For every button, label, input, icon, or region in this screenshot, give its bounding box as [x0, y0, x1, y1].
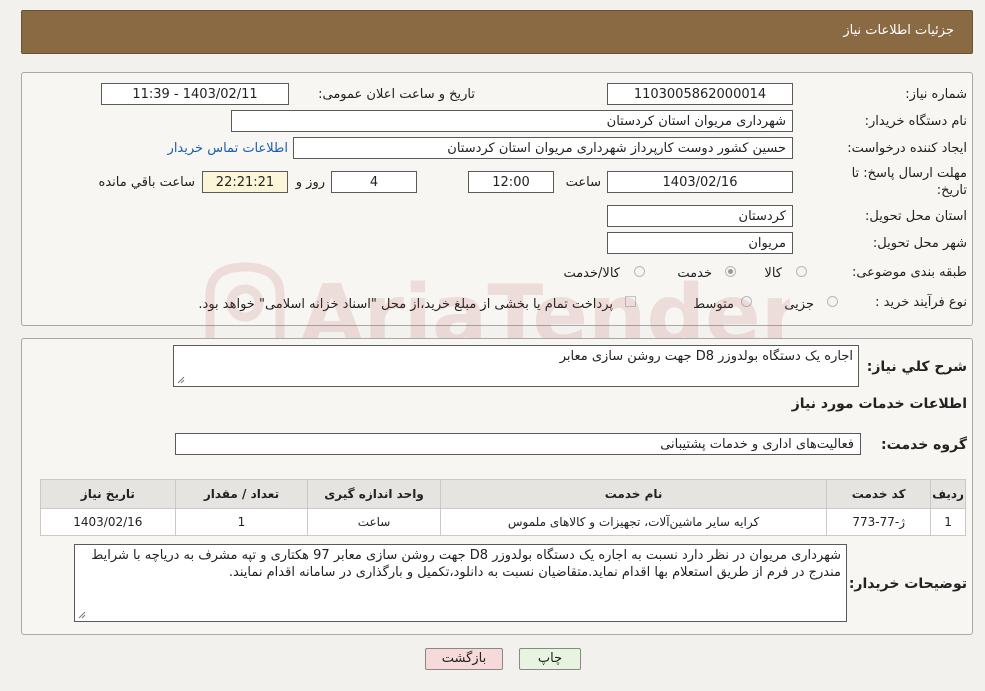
- creator-label: ایجاد کننده درخواست:: [847, 141, 967, 156]
- cell-quantity: 1: [174, 508, 309, 536]
- col-unit: واحد اندازه گیری: [307, 479, 441, 509]
- remaining-days-label: روز و: [295, 175, 325, 190]
- need-number-label: شماره نیاز:: [905, 87, 967, 102]
- cell-service-code: ژ-77-773: [826, 508, 932, 536]
- process-radio-medium[interactable]: [741, 296, 752, 307]
- category-option-goods: کالا: [764, 266, 782, 281]
- delivery-province-field: کردستان: [607, 205, 793, 227]
- col-need-date: تاریخ نیاز: [40, 479, 176, 509]
- treasury-payment-checkbox[interactable]: [625, 296, 636, 307]
- buyer-org-label: نام دستگاه خریدار:: [864, 114, 967, 129]
- category-radio-service[interactable]: [725, 266, 736, 277]
- page-title: جزئیات اطلاعات نیاز: [843, 23, 954, 38]
- services-section-title: اطلاعات خدمات مورد نیاز: [791, 396, 967, 412]
- resize-grip-icon[interactable]: [78, 611, 86, 619]
- buyer-contact-link[interactable]: اطلاعات تماس خریدار: [168, 141, 288, 156]
- cell-service-name: کرایه سایر ماشین‌آلات، تجهیزات و کالاهای…: [439, 508, 828, 536]
- process-option-medium: متوسط: [693, 297, 734, 312]
- process-type-label: نوع فرآیند خرید :: [875, 295, 967, 310]
- process-option-minor: جزیی: [784, 297, 814, 312]
- col-row-number: ردیف: [930, 479, 966, 509]
- treasury-payment-note: پرداخت تمام یا بخشی از مبلغ خرید،از محل …: [198, 297, 613, 312]
- service-group-label: گروه خدمت:: [881, 437, 967, 453]
- category-radio-goods[interactable]: [796, 266, 807, 277]
- announce-datetime-label: تاریخ و ساعت اعلان عمومی:: [318, 87, 475, 102]
- summary-text: اجاره یک دستگاه بولدوزر D8 جهت روشن سازی…: [559, 349, 853, 364]
- category-label: طبقه بندی موضوعی:: [851, 265, 967, 280]
- table-row: 1 ژ-77-773 کرایه سایر ماشین‌آلات، تجهیزا…: [40, 508, 966, 536]
- print-button[interactable]: چاپ: [519, 648, 581, 670]
- process-radio-minor[interactable]: [827, 296, 838, 307]
- col-service-name: نام خدمت: [439, 479, 828, 509]
- remaining-time-field: 22:21:21: [202, 171, 288, 193]
- deadline-time-field: 12:00: [468, 171, 554, 193]
- cell-row-number: 1: [930, 508, 966, 536]
- col-quantity: تعداد / مقدار: [174, 479, 309, 509]
- announce-datetime-field: 1403/02/11 - 11:39: [101, 83, 289, 105]
- buyer-notes-label: توضیحات خریدار:: [848, 576, 967, 592]
- summary-textarea[interactable]: اجاره یک دستگاه بولدوزر D8 جهت روشن سازی…: [173, 345, 859, 387]
- category-option-service: خدمت: [677, 266, 712, 281]
- creator-field: حسین کشور دوست کارپرداز شهرداری مریوان ا…: [293, 137, 793, 159]
- summary-label: شرح کلي نياز:: [866, 359, 967, 375]
- delivery-city-label: شهر محل تحویل:: [872, 236, 967, 251]
- buyer-notes-text: شهرداری مریوان در نظر دارد نسبت به اجاره…: [91, 548, 841, 580]
- cell-need-date: 1403/02/16: [40, 508, 176, 536]
- buyer-notes-textarea[interactable]: شهرداری مریوان در نظر دارد نسبت به اجاره…: [74, 544, 847, 622]
- category-option-goods-service: کالا/خدمت: [563, 266, 620, 281]
- deadline-label-date: تاریخ:: [936, 183, 967, 198]
- resize-grip-icon[interactable]: [177, 376, 185, 384]
- buyer-org-field: شهرداری مریوان استان کردستان: [231, 110, 793, 132]
- remaining-time-label: ساعت باقي مانده: [98, 175, 195, 190]
- deadline-label: مهلت ارسال پاسخ: تا: [851, 166, 967, 181]
- need-number-field: 1103005862000014: [607, 83, 793, 105]
- delivery-city-field: مریوان: [607, 232, 793, 254]
- col-service-code: کد خدمت: [826, 479, 932, 509]
- remaining-days-field: 4: [331, 171, 417, 193]
- service-group-field: فعالیت‌های اداری و خدمات پشتیبانی: [175, 433, 861, 455]
- deadline-date-field: 1403/02/16: [607, 171, 793, 193]
- table-header-row: ردیف کد خدمت نام خدمت واحد اندازه گیری ت…: [40, 479, 966, 509]
- page-header: جزئیات اطلاعات نیاز: [21, 10, 973, 54]
- deadline-time-label: ساعت: [565, 175, 601, 190]
- back-button[interactable]: بازگشت: [425, 648, 503, 670]
- category-radio-goods-service[interactable]: [634, 266, 645, 277]
- services-table: ردیف کد خدمت نام خدمت واحد اندازه گیری ت…: [40, 479, 966, 536]
- delivery-province-label: استان محل تحویل:: [865, 209, 967, 224]
- cell-unit: ساعت: [307, 508, 441, 536]
